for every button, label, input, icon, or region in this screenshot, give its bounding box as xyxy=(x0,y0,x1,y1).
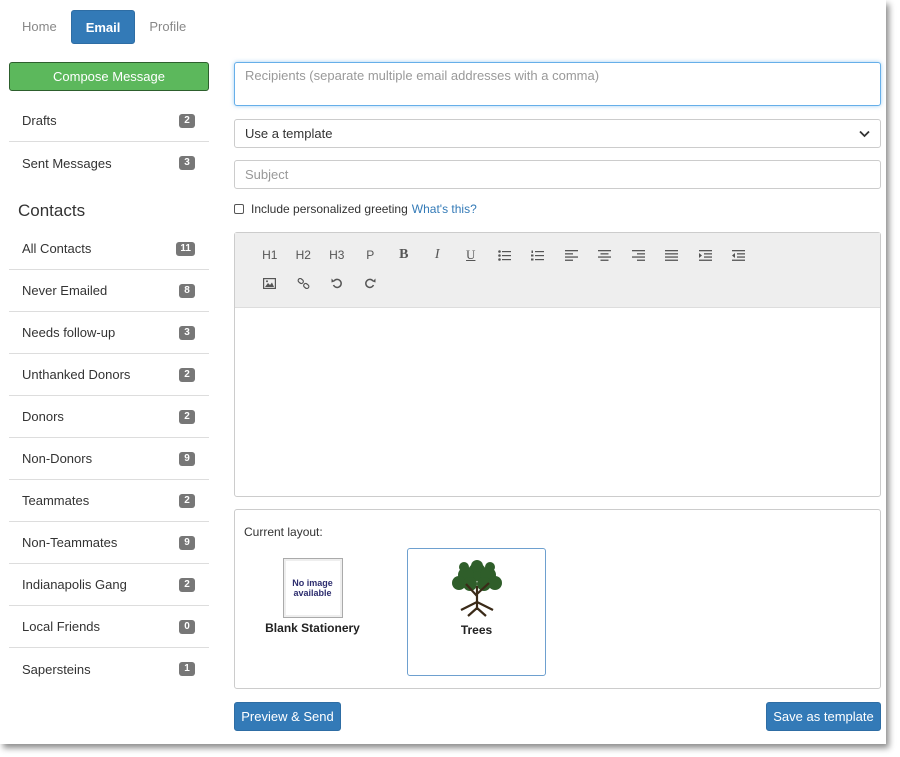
sidebar-item-label: All Contacts xyxy=(22,241,92,256)
save-as-template-button[interactable]: Save as template xyxy=(766,702,881,731)
sidebar-item-label: Non-Donors xyxy=(22,451,93,466)
numbered-list-icon[interactable] xyxy=(521,245,555,265)
sidebar-item-drafts[interactable]: Drafts 2 xyxy=(9,100,209,142)
greeting-label: Include personalized greeting xyxy=(251,202,408,216)
sidebar-item-label: Sent Messages xyxy=(22,155,112,171)
count-badge: 11 xyxy=(176,241,195,256)
sidebar-item-label: Teammates xyxy=(22,493,90,508)
italic-button[interactable]: I xyxy=(421,245,455,265)
tab-home[interactable]: Home xyxy=(8,10,71,44)
align-left-icon[interactable] xyxy=(555,245,589,265)
align-center-icon[interactable] xyxy=(588,245,622,265)
count-badge: 9 xyxy=(179,451,195,466)
message-body[interactable] xyxy=(235,308,880,496)
contact-group-list: All Contacts 11 Never Emailed 8 Needs fo… xyxy=(9,228,209,690)
justify-icon[interactable] xyxy=(655,245,689,265)
count-badge: 8 xyxy=(179,283,195,298)
subject-input[interactable]: Subject xyxy=(234,160,881,189)
app-window: Home Email Profile Compose Message Draft… xyxy=(0,0,886,744)
sidebar-item-needs-follow-up[interactable]: Needs follow-up 3 xyxy=(9,312,209,354)
greeting-option: Include personalized greeting What's thi… xyxy=(234,202,477,216)
count-badge: 0 xyxy=(179,619,195,634)
template-select[interactable]: Use a template xyxy=(234,119,881,148)
outdent-icon[interactable] xyxy=(722,245,756,265)
count-badge: 2 xyxy=(179,113,195,128)
tree-thumbnail-icon xyxy=(408,558,545,623)
link-icon[interactable] xyxy=(287,273,321,293)
paragraph-button[interactable]: P xyxy=(354,245,388,265)
align-right-icon[interactable] xyxy=(622,245,656,265)
sidebar-item-unthanked-donors[interactable]: Unthanked Donors 2 xyxy=(9,354,209,396)
message-editor: H1 H2 H3 P B I U xyxy=(234,232,881,497)
recipients-input[interactable]: Recipients (separate multiple email addr… xyxy=(234,62,881,106)
editor-toolbar: H1 H2 H3 P B I U xyxy=(235,233,880,308)
count-badge: 2 xyxy=(179,409,195,424)
current-layout-label: Current layout: xyxy=(244,525,323,539)
whats-this-link[interactable]: What's this? xyxy=(412,202,477,216)
no-image-text: No image available xyxy=(292,578,333,598)
bold-button[interactable]: B xyxy=(387,245,421,265)
sidebar-item-never-emailed[interactable]: Never Emailed 8 xyxy=(9,270,209,312)
sidebar-item-sapersteins[interactable]: Sapersteins 1 xyxy=(9,648,209,690)
layout-name: Blank Stationery xyxy=(265,621,360,635)
recipients-placeholder: Recipients (separate multiple email addr… xyxy=(245,68,600,83)
sidebar-item-label: Donors xyxy=(22,409,64,424)
top-nav: Home Email Profile xyxy=(8,10,200,44)
sidebar-item-non-teammates[interactable]: Non-Teammates 9 xyxy=(9,522,209,564)
indent-icon[interactable] xyxy=(689,245,723,265)
redo-icon[interactable] xyxy=(354,273,388,293)
chevron-down-icon xyxy=(859,126,870,141)
mail-folder-list: Drafts 2 Sent Messages 3 xyxy=(9,100,209,184)
tab-email[interactable]: Email xyxy=(70,10,136,44)
preview-send-button[interactable]: Preview & Send xyxy=(234,702,341,731)
template-select-value: Use a template xyxy=(245,126,333,141)
layout-name: Trees xyxy=(460,623,493,637)
layout-selector: Current layout: No image available Blank… xyxy=(234,509,881,689)
sidebar-item-indianapolis-gang[interactable]: Indianapolis Gang 2 xyxy=(9,564,209,606)
count-badge: 2 xyxy=(179,493,195,508)
sidebar-item-label: Local Friends xyxy=(22,619,101,634)
count-badge: 1 xyxy=(179,662,195,676)
count-badge: 9 xyxy=(179,535,195,550)
sidebar-item-label: Never Emailed xyxy=(22,283,108,298)
count-badge: 3 xyxy=(179,156,195,170)
count-badge: 2 xyxy=(179,577,195,592)
sidebar-item-sent-messages[interactable]: Sent Messages 3 xyxy=(9,142,209,184)
undo-icon[interactable] xyxy=(320,273,354,293)
count-badge: 2 xyxy=(179,367,195,382)
sidebar-item-all-contacts[interactable]: All Contacts 11 xyxy=(9,228,209,270)
sidebar-item-label: Sapersteins xyxy=(22,661,91,677)
underline-button[interactable]: U xyxy=(454,245,488,265)
tab-profile[interactable]: Profile xyxy=(135,10,200,44)
sidebar-item-donors[interactable]: Donors 2 xyxy=(9,396,209,438)
heading-2-button[interactable]: H2 xyxy=(287,245,321,265)
no-image-placeholder: No image available xyxy=(282,558,343,618)
sidebar-item-label: Needs follow-up xyxy=(22,325,116,340)
compose-message-button[interactable]: Compose Message xyxy=(9,62,209,91)
layout-option-blank-stationery[interactable]: No image available Blank Stationery xyxy=(255,558,370,638)
sidebar-item-label: Non-Teammates xyxy=(22,535,118,550)
heading-3-button[interactable]: H3 xyxy=(320,245,354,265)
layout-option-trees[interactable]: Trees xyxy=(407,548,546,676)
subject-placeholder: Subject xyxy=(245,167,289,182)
sidebar-item-label: Indianapolis Gang xyxy=(22,577,127,592)
sidebar-item-non-donors[interactable]: Non-Donors 9 xyxy=(9,438,209,480)
insert-image-icon[interactable] xyxy=(253,273,287,293)
sidebar-item-teammates[interactable]: Teammates 2 xyxy=(9,480,209,522)
count-badge: 3 xyxy=(179,325,195,340)
bulleted-list-icon[interactable] xyxy=(488,245,522,265)
greeting-checkbox[interactable] xyxy=(234,204,244,214)
sidebar-item-local-friends[interactable]: Local Friends 0 xyxy=(9,606,209,648)
contacts-heading: Contacts xyxy=(18,201,86,220)
sidebar-item-label: Drafts xyxy=(22,113,57,128)
sidebar-item-label: Unthanked Donors xyxy=(22,367,131,382)
heading-1-button[interactable]: H1 xyxy=(253,245,287,265)
